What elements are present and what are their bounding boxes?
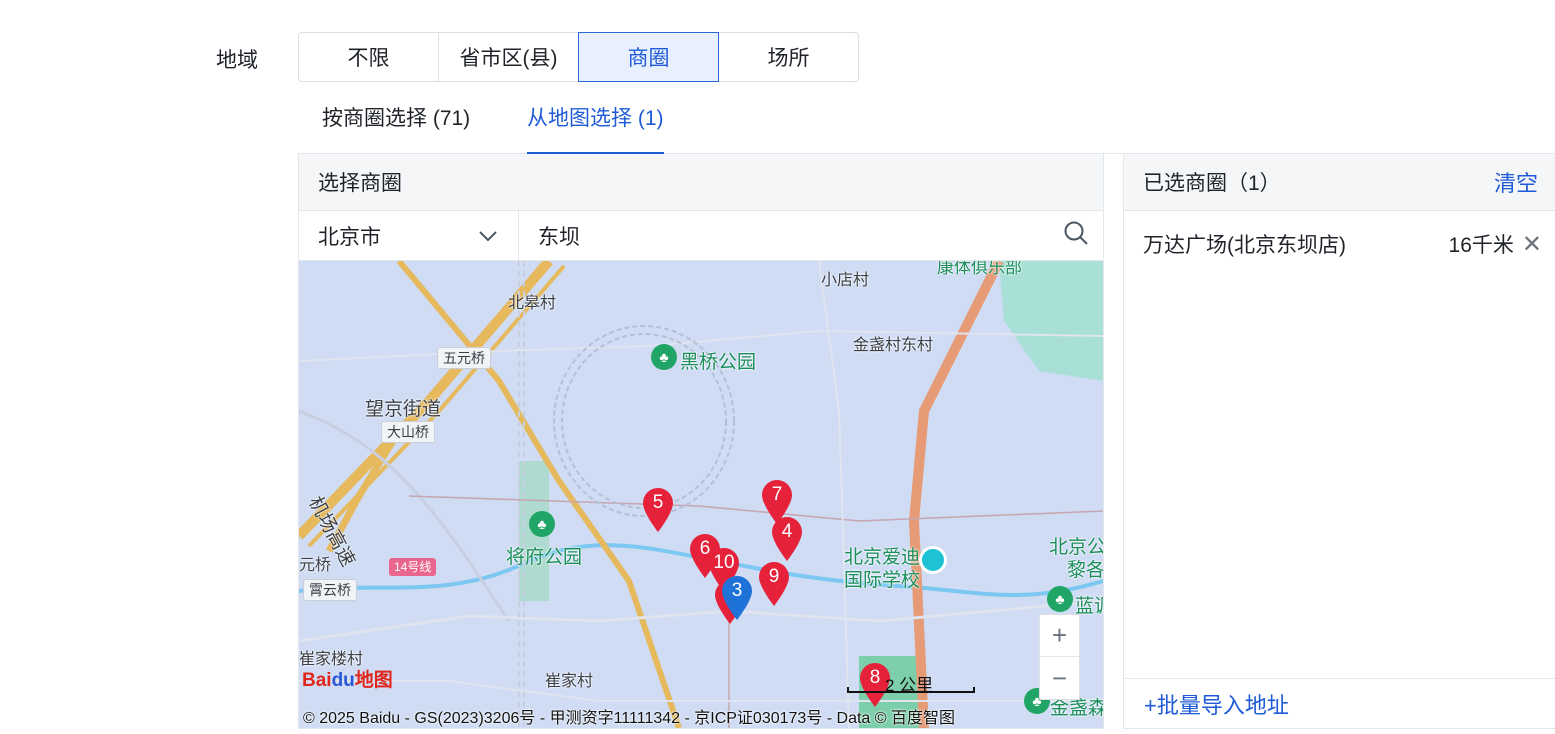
selected-item-name: 万达广场(北京东坝店) (1143, 234, 1346, 257)
selected-item-distance: 16千米 (1448, 234, 1514, 257)
clear-button[interactable]: 清空 (1494, 166, 1538, 198)
city-select[interactable]: 北京市 (299, 211, 519, 260)
place-heiqiao: 黑桥公园 (680, 352, 757, 373)
place-beigaocun: 北皋村 (508, 295, 557, 312)
selected-districts-panel: 已选商圈（1） 清空 万达广场(北京东坝店) 16千米 ✕ +批量导入地址 (1123, 154, 1555, 729)
search-input[interactable] (538, 223, 1038, 248)
zoom-in-button[interactable]: + (1040, 615, 1079, 657)
map-roads (299, 261, 1103, 728)
search-box (519, 211, 1103, 260)
place-aidi2: 国际学校 (844, 570, 921, 591)
selected-title: 已选商圈（1） (1143, 172, 1281, 195)
park-icon: ♣ (1047, 586, 1073, 612)
tab-by-district[interactable]: 按商圈选择 (71) (322, 102, 470, 154)
place-yuanqiao: 元桥 (299, 557, 332, 574)
region-label: 地域 (216, 49, 258, 72)
map-marker-3[interactable]: 3 (720, 575, 754, 621)
map-copyright: © 2025 Baidu - GS(2023)3206号 - 甲测资字11111… (303, 710, 956, 727)
baidu-logo: Baidu地图 (302, 670, 393, 691)
selected-header: 已选商圈（1） 清空 (1124, 154, 1555, 211)
panel-title: 选择商圈 (299, 154, 1103, 211)
place-cuijiacun: 崔家村 (545, 673, 594, 690)
map-marker-9[interactable]: 9 (757, 561, 791, 607)
park-icon: ♣ (529, 511, 555, 537)
map-marker-5[interactable]: 5 (641, 487, 675, 533)
place-lige: 黎各 (1067, 560, 1103, 581)
map-marker-4[interactable]: 4 (770, 516, 804, 562)
search-icon[interactable] (1063, 220, 1089, 252)
selection-tabs: 按商圈选择 (71) 从地图选择 (1) (298, 92, 1555, 154)
road-wuyuanqiao: 五元桥 (437, 347, 491, 369)
metro-line-14: 14号线 (389, 558, 437, 576)
place-jinzhan-east: 金盏村东村 (853, 337, 934, 354)
place-xiaodiancun: 小店村 (821, 272, 870, 289)
zoom-out-button[interactable]: − (1040, 657, 1079, 699)
batch-import-link[interactable]: +批量导入地址 (1124, 678, 1555, 728)
chevron-down-icon (478, 224, 498, 248)
search-row: 北京市 (299, 211, 1103, 261)
place-wangjing: 望京街道 (365, 399, 442, 420)
road-dashanqiao: 大山桥 (381, 421, 435, 443)
close-icon[interactable]: ✕ (1522, 230, 1542, 259)
school-location-icon (919, 546, 947, 574)
selected-item: 万达广场(北京东坝店) 16千米 ✕ (1124, 211, 1555, 277)
segment-unlimited[interactable]: 不限 (298, 32, 439, 82)
park-icon: ♣ (651, 344, 677, 370)
place-kangti: 康体俱乐部 (937, 261, 1022, 277)
segment-business-district[interactable]: 商圈 (578, 32, 719, 82)
district-picker-panel: 选择商圈 北京市 东坝 北皋村 小店村 康体俱乐部 五元桥 ♣ 黑桥公园 金盏村… (298, 154, 1104, 729)
place-jiangfu: 将府公园 (506, 547, 583, 568)
region-segmented-control: 不限 省市区(县) 商圈 场所 (298, 32, 859, 82)
map-scale-label: 2 公里 (885, 676, 934, 695)
map-canvas[interactable]: 北皋村 小店村 康体俱乐部 五元桥 ♣ 黑桥公园 金盏村东村 望京街道 大山桥 … (299, 261, 1103, 728)
segment-venue[interactable]: 场所 (718, 32, 859, 82)
map-scale: 2 公里 (847, 671, 975, 695)
zoom-control: + − (1039, 614, 1080, 700)
tab-from-map[interactable]: 从地图选择 (1) (527, 102, 664, 154)
road-xiayunqiao: 霄云桥 (303, 579, 357, 601)
segment-province-city[interactable]: 省市区(县) (438, 32, 579, 82)
city-select-value: 北京市 (318, 225, 381, 249)
